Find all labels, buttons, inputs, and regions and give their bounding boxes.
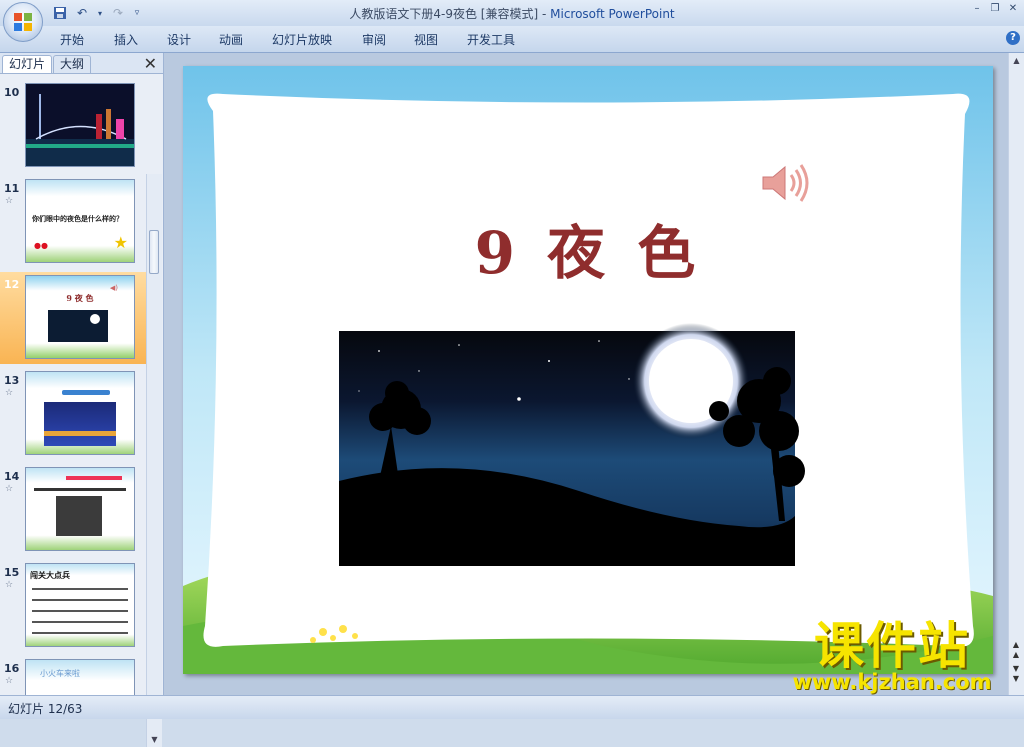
slide-title: 闯关大点兵 — [30, 571, 70, 580]
slide-title: 9 夜 色 — [66, 293, 94, 303]
speaker-icon: ◀) — [109, 284, 118, 292]
text-line — [34, 488, 126, 491]
close-pane-icon[interactable]: ✕ — [144, 54, 157, 73]
watermark-url: www.kjzhan.com — [792, 670, 992, 694]
slide-scrollbar[interactable]: ▲ — [1008, 53, 1024, 695]
thumbnail-scrollbar[interactable]: ▼ — [146, 174, 162, 747]
slide-preview — [25, 467, 135, 551]
animation-star-icon: ☆ — [5, 388, 14, 398]
slide-number: 11 — [4, 182, 20, 195]
title-bar: ↶ ▾ ↷ ▿ 人教版语文下册4-9夜色 [兼容模式] - Microsoft … — [0, 0, 1024, 26]
animation-star-icon: ☆ — [5, 484, 14, 494]
watermark-title: 课件站 — [814, 617, 970, 675]
animation-star-icon: ☆ — [5, 196, 14, 206]
slide-thumbnail-11[interactable]: 11 ☆ 你们眼中的夜色是什么样的？ ★ ●● — [0, 176, 146, 268]
scrollbar-thumb[interactable] — [149, 230, 159, 274]
text-lines — [32, 584, 128, 634]
slide-thumbnails: 10 11 ☆ 你们眼中的夜色是什么样的？ ★ ●● 12 9 夜 色 ◀) 1… — [0, 74, 146, 695]
slides-pane: 幻灯片 大纲 ✕ 10 11 ☆ 你们眼中的夜色是什么样的？ ★ ●● 12 9… — [0, 53, 164, 747]
slide-number: 14 — [4, 470, 20, 483]
office-button[interactable] — [3, 2, 43, 42]
slide-thumbnail-15[interactable]: 15 ☆ 闯关大点兵 — [0, 560, 146, 652]
minimize-icon[interactable]: – — [970, 2, 984, 16]
slide-thumbnail-10[interactable]: 10 — [0, 80, 146, 172]
slide-number: 10 — [4, 86, 20, 99]
current-slide[interactable]: 9 夜 色 — [183, 66, 993, 674]
office-logo-icon — [14, 13, 32, 31]
tab-outline[interactable]: 大纲 — [53, 55, 92, 73]
document-title: 人教版语文下册4-9夜色 [兼容模式] - — [349, 7, 551, 21]
slide-preview: 闯关大点兵 — [25, 563, 135, 647]
slide-thumbnail-14[interactable]: 14 ☆ — [0, 464, 146, 556]
slide-preview — [25, 371, 135, 455]
tab-design[interactable]: 设计 — [167, 31, 191, 48]
slide-number: 13 — [4, 374, 20, 387]
scroll-up-icon[interactable]: ▲ — [1011, 55, 1022, 66]
ribbon-tabs: 开始 插入 设计 动画 幻灯片放映 审阅 视图 开发工具 ? — [0, 26, 1024, 53]
slide-thumbnail-13[interactable]: 13 ☆ — [0, 368, 146, 460]
tab-developer[interactable]: 开发工具 — [467, 31, 515, 48]
tab-review[interactable]: 审阅 — [362, 31, 386, 48]
tab-slide-show[interactable]: 幻灯片放映 — [272, 31, 332, 48]
book-image — [56, 496, 102, 536]
tab-home[interactable]: 开始 — [60, 31, 84, 48]
slide-number: 15 — [4, 566, 20, 579]
application-name: Microsoft PowerPoint — [550, 7, 675, 21]
slide-editing-area: 9 夜 色 — [164, 53, 1008, 695]
slide-number: 16 — [4, 662, 20, 675]
slide-counter: 幻灯片 12/63 — [8, 702, 83, 716]
strawberry-icon: ●● — [34, 241, 48, 250]
night-image — [48, 310, 108, 342]
slide-preview: 你们眼中的夜色是什么样的？ ★ ●● — [25, 179, 135, 263]
slide-caption: 你们眼中的夜色是什么样的？ — [32, 215, 123, 223]
restore-icon[interactable]: ❐ — [988, 2, 1002, 16]
watermark: 课件站 www.kjzhan.com — [772, 618, 1012, 694]
slide-number: 12 — [4, 278, 20, 291]
window-title: 人教版语文下册4-9夜色 [兼容模式] - Microsoft PowerPoi… — [0, 5, 1024, 22]
slide-preview: 小火车来啦 — [25, 659, 135, 695]
slide-thumbnail-16[interactable]: 16 ☆ 小火车来啦 — [0, 656, 146, 695]
tab-insert[interactable]: 插入 — [114, 31, 138, 48]
help-icon[interactable]: ? — [1006, 31, 1020, 45]
tab-slides[interactable]: 幻灯片 — [2, 55, 53, 73]
tab-animations[interactable]: 动画 — [219, 31, 243, 48]
slide-title[interactable]: 9 夜 色 — [183, 206, 993, 290]
animation-star-icon: ☆ — [5, 676, 14, 686]
animation-star-icon: ☆ — [5, 580, 14, 590]
night-city-image — [44, 402, 116, 446]
close-icon[interactable]: ✕ — [1006, 2, 1020, 16]
header-banner — [66, 476, 122, 480]
slide-title: 小火车来啦 — [40, 669, 80, 678]
window-controls: – ❐ ✕ — [970, 2, 1020, 16]
header-banner — [62, 390, 110, 395]
speaker-icon[interactable] — [759, 161, 811, 205]
tab-view[interactable]: 视图 — [414, 31, 438, 48]
slide-preview: 9 夜 色 ◀) — [25, 275, 135, 359]
status-bar: 幻灯片 12/63 — [0, 695, 1024, 719]
star-decoration-icon: ★ — [113, 233, 128, 252]
pane-tabs: 幻灯片 大纲 ✕ — [0, 53, 163, 74]
slide-preview — [25, 83, 135, 167]
slide-thumbnail-12[interactable]: 12 9 夜 色 ◀) — [0, 272, 146, 364]
scroll-down-icon[interactable]: ▼ — [149, 734, 160, 745]
